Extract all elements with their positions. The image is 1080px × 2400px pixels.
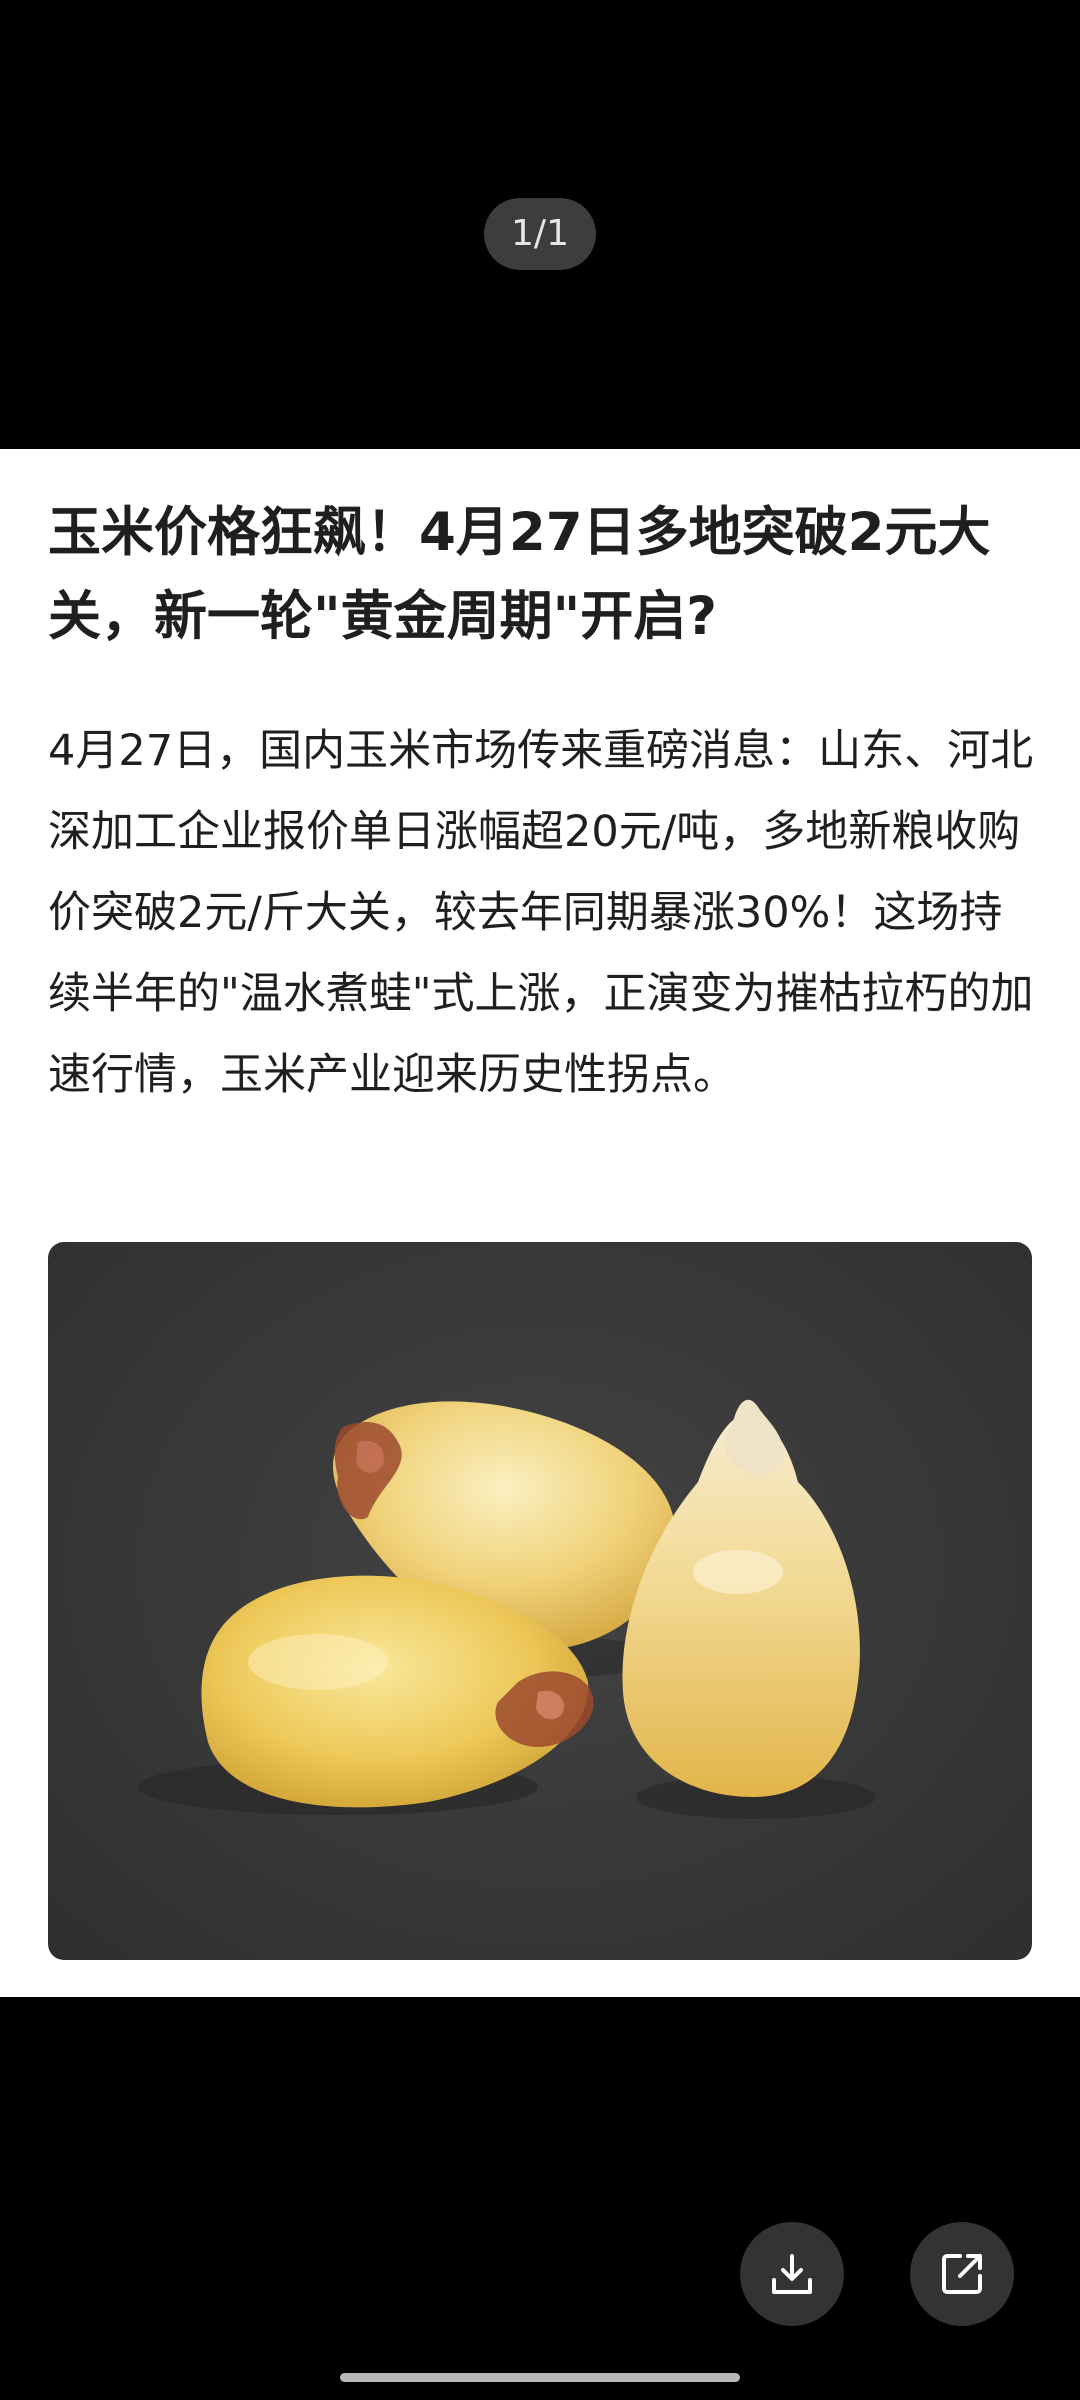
share-button[interactable] — [910, 2222, 1014, 2326]
share-icon — [942, 2254, 982, 2294]
page-counter: 1/1 — [484, 198, 596, 270]
download-icon — [772, 2254, 812, 2294]
article-card: 玉米价格狂飙！4月27日多地突破2元大关，新一轮"黄金周期"开启? 4月27日，… — [0, 449, 1080, 1997]
article-title: 玉米价格狂飙！4月27日多地突破2元大关，新一轮"黄金周期"开启? — [48, 502, 991, 647]
corn-kernels-illustration — [138, 1399, 876, 1819]
download-button[interactable] — [740, 2222, 844, 2326]
gesture-navigation-bar[interactable] — [340, 2373, 740, 2382]
article-body: 4月27日，国内玉米市场传来重磅消息：山东、河北深加工企业报价单日涨幅超20元/… — [48, 726, 1034, 1100]
kernel-right — [622, 1399, 860, 1797]
corn-kernels-photo[interactable] — [48, 1242, 1032, 1960]
